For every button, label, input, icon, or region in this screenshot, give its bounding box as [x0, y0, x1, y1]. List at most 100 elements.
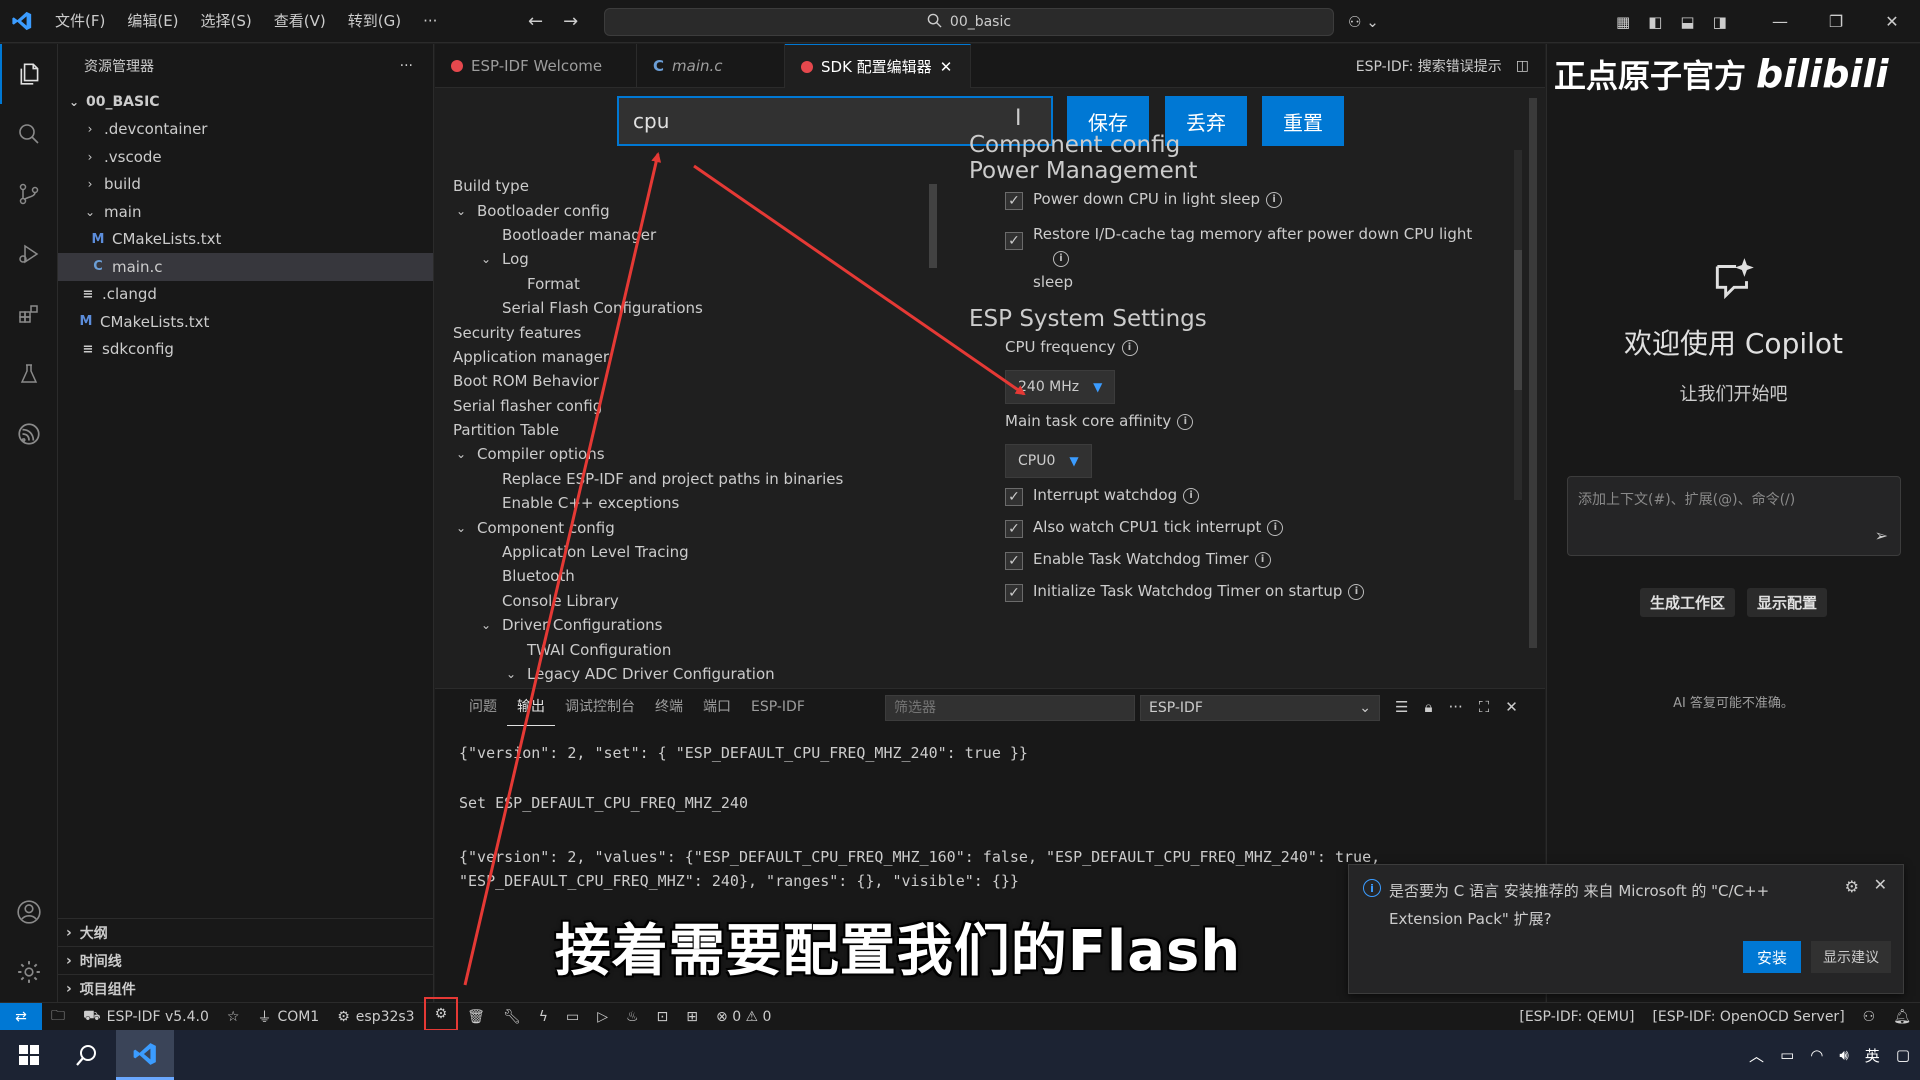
menu-file[interactable]: 文件(F)	[44, 0, 116, 43]
config-tree-item[interactable]: Application manager	[453, 345, 853, 369]
install-button[interactable]: 安装	[1743, 941, 1801, 973]
menu-selection[interactable]: 选择(S)	[190, 0, 263, 43]
config-tree-item[interactable]: Security features	[453, 320, 853, 344]
panel-tab-output[interactable]: 输出	[507, 689, 555, 726]
generate-workspace-button[interactable]: 生成工作区	[1639, 588, 1735, 617]
settings-scrollbar[interactable]	[1514, 150, 1522, 500]
config-tree-item[interactable]: Bootloader manager	[453, 223, 853, 247]
menu-view[interactable]: 查看(V)	[263, 0, 337, 43]
menu-go[interactable]: 转到(G)	[337, 0, 412, 43]
close-notification-icon[interactable]: ✕	[1874, 875, 1887, 894]
toggle-primary-sidebar-icon[interactable]: ◧	[1648, 13, 1662, 31]
device-target[interactable]: ⚙ esp32s3	[328, 1009, 423, 1025]
testing-flask-icon[interactable]	[0, 344, 58, 404]
tab-esp-idf-welcome[interactable]: ESP-IDF Welcome	[435, 44, 637, 88]
build-flash-monitor-flame-icon[interactable]: ♨	[617, 1009, 648, 1025]
show-recommendations-button[interactable]: 显示建议	[1811, 941, 1891, 973]
explorer-icon[interactable]	[0, 44, 58, 104]
tray-wifi-icon[interactable]: ◠	[1810, 1046, 1823, 1064]
tree-item-vscode[interactable]: › .vscode	[58, 143, 433, 171]
tray-notification-icon[interactable]: ▢	[1896, 1046, 1910, 1064]
esp-idf-icon[interactable]	[0, 404, 58, 464]
maximize-panel-icon[interactable]: ⛶	[1479, 698, 1490, 716]
config-tree-item[interactable]: TWAI Configuration	[453, 637, 853, 661]
config-tree-item[interactable]: Enable C++ exceptions	[453, 491, 853, 515]
main-task-affinity-select[interactable]: CPU0 ▼	[1005, 444, 1092, 478]
windows-start-icon[interactable]	[0, 1030, 58, 1080]
more-actions-icon[interactable]: ···	[1448, 698, 1462, 716]
output-channel-select[interactable]: ESP-IDF ⌄	[1140, 695, 1380, 721]
checkbox-interrupt-watchdog[interactable]: ✓	[1005, 488, 1023, 506]
panel-tab-debug-console[interactable]: 调试控制台	[555, 689, 645, 725]
config-tree-item[interactable]: Serial Flash Configurations	[453, 296, 853, 320]
sdk-config-gear-icon[interactable]: ⚙	[423, 996, 459, 1031]
tree-item-build[interactable]: › build	[58, 171, 433, 199]
maximize-icon[interactable]: ❐	[1808, 0, 1864, 43]
config-tree-item[interactable]: Serial flasher config	[453, 394, 853, 418]
forward-arrow-icon[interactable]: →	[563, 0, 578, 43]
config-tree-item[interactable]: Build type	[453, 174, 853, 198]
tab-sdk-config-editor[interactable]: SDK 配置编辑器 ✕	[785, 44, 971, 88]
esp-idf-version[interactable]: ⛟ ESP-IDF v5.4.0	[74, 1008, 218, 1026]
copilot-chat-input[interactable]: 添加上下文(#)、扩展(@)、命令(/) ➢	[1567, 476, 1901, 556]
scrollbar-thumb[interactable]	[1514, 250, 1522, 390]
tray-battery-icon[interactable]: ▭	[1780, 1046, 1794, 1064]
info-icon[interactable]: i	[1053, 250, 1069, 267]
monitor-icon[interactable]: ▭	[557, 1009, 588, 1025]
config-tree-item[interactable]: Console Library	[453, 589, 853, 613]
config-tree-item[interactable]: Partition Table	[453, 418, 853, 442]
extensions-icon[interactable]	[0, 284, 58, 344]
config-tree-item[interactable]: ⌄ Driver Configurations	[453, 613, 853, 637]
full-clean-trash-icon[interactable]: 🗑︎	[458, 1009, 494, 1025]
close-panel-icon[interactable]: ✕	[1505, 698, 1518, 716]
config-tree-item[interactable]: Boot ROM Behavior	[453, 369, 853, 393]
config-tree-item[interactable]: ⌄ Log	[453, 247, 853, 271]
panel-tab-esp-idf[interactable]: ESP-IDF	[741, 689, 815, 725]
tree-item-main-folder[interactable]: ⌄ main	[58, 198, 433, 226]
show-config-button[interactable]: 显示配置	[1747, 588, 1828, 617]
tray-ime-icon[interactable]: 英	[1865, 1045, 1880, 1066]
config-tree-item[interactable]: Format	[453, 272, 853, 296]
back-arrow-icon[interactable]: ←	[528, 0, 543, 43]
tree-item-sdkconfig[interactable]: ≡ sdkconfig	[58, 336, 433, 364]
config-tree-item[interactable]: ⌄ Component config	[453, 515, 853, 539]
vscode-logo-icon[interactable]	[0, 0, 44, 43]
source-control-icon[interactable]	[0, 164, 58, 224]
config-tree-item[interactable]: ⌄ Compiler options	[453, 442, 853, 466]
customize-layout-icon[interactable]: ▦	[1616, 13, 1630, 31]
tree-item-root-cmakelists[interactable]: M CMakeLists.txt	[58, 308, 433, 336]
tray-chevron-up-icon[interactable]: ︿	[1749, 1045, 1764, 1066]
toggle-secondary-sidebar-icon[interactable]: ◨	[1713, 13, 1727, 31]
serial-port[interactable]: ⏚ COM1	[248, 1007, 328, 1027]
config-tree-item[interactable]: Bluetooth	[453, 564, 853, 588]
taskbar-vscode-icon[interactable]	[116, 1030, 174, 1080]
tree-root-folder[interactable]: ⌄ 00_BASIC	[58, 88, 433, 116]
tree-item-main-c[interactable]: C main.c	[58, 253, 433, 281]
taskbar-search-icon[interactable]	[58, 1030, 116, 1080]
explorer-more-icon[interactable]: ···	[400, 58, 413, 74]
esp-idf-explorer-icon[interactable]: 🗀︎	[42, 1005, 74, 1029]
editor-scrollbar[interactable]	[1529, 98, 1537, 648]
flash-lightning-icon[interactable]: ϟ	[530, 1009, 557, 1025]
config-tree-item[interactable]: Application Level Tracing	[453, 540, 853, 564]
notification-settings-gear-icon[interactable]: ⚙	[1845, 877, 1859, 896]
panel-tab-problems[interactable]: 问题	[459, 689, 507, 725]
wrap-lines-icon[interactable]: ☰	[1395, 698, 1408, 716]
info-icon[interactable]: i	[1177, 413, 1194, 430]
panel-tab-ports[interactable]: 端口	[693, 689, 741, 725]
tray-volume-icon[interactable]: 🔊︎	[1839, 1046, 1848, 1064]
problems-indicator[interactable]: ⊗ 0 ⚠ 0	[707, 1009, 780, 1025]
star-icon[interactable]: ☆	[218, 1009, 249, 1025]
build-wrench-icon[interactable]: 🔧︎	[494, 1009, 530, 1025]
toggle-panel-icon[interactable]: ⬓	[1680, 13, 1694, 31]
send-icon[interactable]: ➢	[1875, 526, 1888, 545]
minimize-icon[interactable]: —	[1752, 0, 1808, 43]
copilot-icon[interactable]: ⚇ ⌄	[1348, 13, 1379, 31]
config-tree-item[interactable]: ⌄ Bootloader config	[453, 198, 853, 222]
openocd-status[interactable]: [ESP-IDF: OpenOCD Server]	[1643, 1009, 1853, 1025]
config-tree-item[interactable]: Replace ESP-IDF and project paths in bin…	[453, 467, 853, 491]
remote-indicator-icon[interactable]: ⇄	[0, 1002, 42, 1031]
close-window-icon[interactable]: ✕	[1864, 0, 1920, 43]
split-editor-icon[interactable]: ◫	[1516, 58, 1529, 74]
notifications-bell-icon[interactable]: 🔔︎	[1884, 1009, 1920, 1025]
